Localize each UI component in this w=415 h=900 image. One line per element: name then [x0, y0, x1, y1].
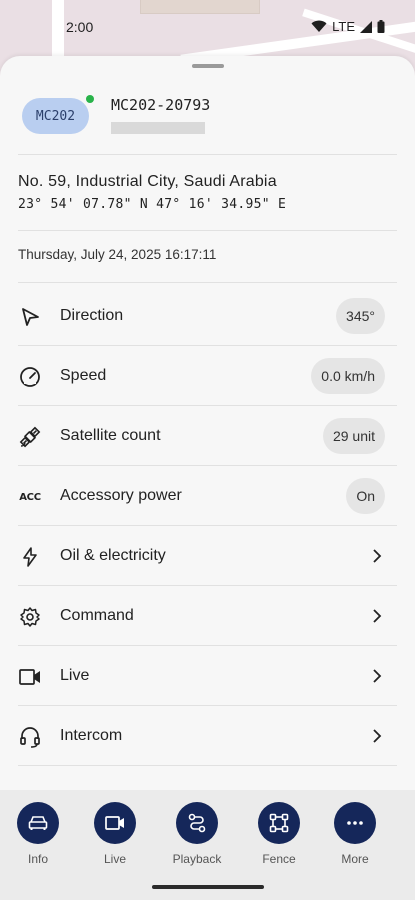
satellite-value: 29 unit: [322, 418, 385, 454]
gear-icon: [18, 605, 42, 629]
row-intercom[interactable]: Intercom: [0, 706, 415, 766]
home-indicator[interactable]: [152, 885, 264, 889]
row-live[interactable]: Live: [0, 646, 415, 706]
chevron-right-icon: [373, 609, 382, 623]
nav-label: Info: [27, 852, 48, 866]
device-badge: MC202: [22, 98, 89, 134]
chevron-right-icon: [373, 729, 382, 743]
chevron-right-icon: [373, 669, 382, 683]
video-camera-icon: [94, 802, 136, 844]
network-type: LTE: [332, 19, 355, 34]
chevron-right-icon: [373, 549, 382, 563]
nav-live[interactable]: Live: [80, 802, 150, 866]
lightning-icon: [18, 545, 42, 569]
wifi-icon: [311, 20, 327, 32]
row-satellite-count: Satellite count 29 unit: [0, 406, 415, 466]
direction-value: 345°: [336, 298, 385, 334]
divider: [18, 282, 397, 283]
nav-info[interactable]: Info: [3, 802, 73, 866]
row-label: Live: [60, 667, 90, 684]
cell-signal-icon: [360, 20, 372, 33]
row-accessory-power: ACC Accessory power On: [0, 466, 415, 526]
battery-icon: [377, 20, 385, 33]
speed-value: 0.0 km/h: [311, 358, 385, 394]
row-speed: Speed 0.0 km/h: [0, 346, 415, 406]
online-status-dot: [86, 95, 94, 103]
redacted-subtitle: [111, 122, 205, 134]
speedometer-icon: [18, 365, 42, 389]
bottom-navigation: Info Live Playback Fence More: [0, 790, 415, 900]
row-label: Oil & electricity: [60, 547, 166, 564]
row-label: Speed: [60, 367, 107, 384]
nav-playback[interactable]: Playback: [162, 802, 232, 866]
navigation-arrow-icon: [18, 305, 42, 329]
nav-more[interactable]: More: [320, 802, 390, 866]
car-icon: [17, 802, 59, 844]
row-label: Intercom: [60, 727, 123, 744]
row-label: Accessory power: [60, 487, 182, 504]
row-divider: [18, 765, 397, 766]
nav-label: Playback: [172, 852, 222, 866]
row-direction: Direction 345°: [0, 286, 415, 346]
nav-label: Live: [103, 852, 126, 866]
route-icon: [176, 802, 218, 844]
status-time: 2:00: [66, 19, 94, 35]
address-text: No. 59, Industrial City, Saudi Arabia: [18, 173, 277, 190]
device-name: MC202-20793: [111, 96, 211, 114]
nav-label: More: [341, 852, 369, 866]
row-label: Satellite count: [60, 427, 161, 444]
row-label: Direction: [60, 307, 124, 324]
row-command[interactable]: Command: [0, 586, 415, 646]
nav-label: Fence: [262, 852, 296, 866]
headset-icon: [18, 725, 42, 749]
video-camera-icon: [18, 665, 42, 689]
row-label: Command: [60, 607, 134, 624]
device-detail-sheet: MC202 MC202-20793 No. 59, Industrial Cit…: [0, 56, 415, 900]
fence-square-icon: [258, 802, 300, 844]
more-dots-icon: [334, 802, 376, 844]
row-oil-electricity[interactable]: Oil & electricity: [0, 526, 415, 586]
divider: [18, 154, 397, 155]
coordinates-text: 23° 54' 07.78" N 47° 16' 34.95" E: [18, 197, 287, 212]
divider: [18, 230, 397, 231]
satellite-icon: [18, 425, 42, 449]
acc-icon: ACC: [19, 491, 41, 503]
status-bar: 2:00 LTE: [0, 0, 415, 52]
nav-fence[interactable]: Fence: [244, 802, 314, 866]
status-icons: LTE: [311, 19, 385, 34]
accessory-power-value: On: [346, 478, 385, 514]
datetime-text: Thursday, July 24, 2025 16:17:11: [18, 247, 217, 262]
drag-handle[interactable]: [192, 64, 224, 68]
